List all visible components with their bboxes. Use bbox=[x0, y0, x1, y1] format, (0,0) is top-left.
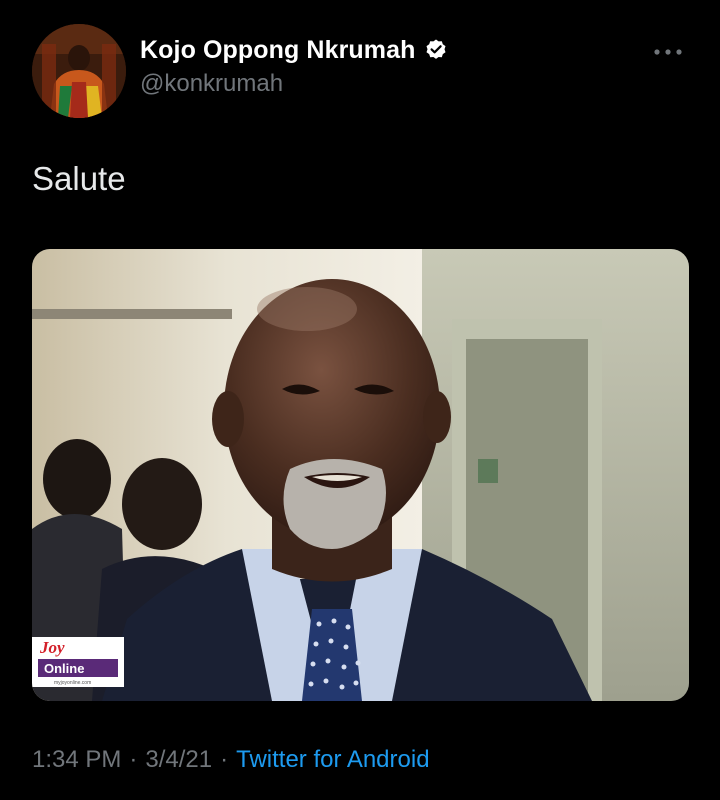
author-block: Kojo Oppong Nkrumah @konkrumah bbox=[140, 34, 448, 98]
tweet-time[interactable]: 1:34 PM bbox=[32, 746, 121, 774]
author-display-name[interactable]: Kojo Oppong Nkrumah bbox=[140, 36, 416, 65]
tweet-source-link[interactable]: Twitter for Android bbox=[236, 746, 429, 774]
tweet-meta: 1:34 PM · 3/4/21 · Twitter for Android bbox=[32, 746, 430, 774]
tweet-date[interactable]: 3/4/21 bbox=[145, 746, 212, 774]
author-handle[interactable]: @konkrumah bbox=[140, 70, 448, 98]
tweet: Kojo Oppong Nkrumah @konkrumah Salute Jo… bbox=[0, 0, 720, 800]
avatar[interactable] bbox=[32, 24, 126, 118]
tweet-media-image[interactable]: Joy Online myjoyonline.com bbox=[32, 249, 689, 701]
tweet-text: Salute bbox=[32, 160, 126, 197]
photo: Joy Online myjoyonline.com bbox=[32, 249, 689, 701]
meta-separator: · bbox=[129, 746, 138, 773]
svg-text:Joy: Joy bbox=[39, 638, 65, 657]
svg-text:Online: Online bbox=[44, 661, 84, 676]
more-horizontal-icon bbox=[654, 49, 682, 55]
avatar-image bbox=[32, 24, 126, 118]
more-options-button[interactable] bbox=[648, 40, 688, 64]
joy-online-watermark: Joy Online myjoyonline.com bbox=[32, 637, 124, 687]
meta-separator: · bbox=[220, 746, 229, 773]
author-name-row: Kojo Oppong Nkrumah bbox=[140, 34, 448, 66]
svg-text:myjoyonline.com: myjoyonline.com bbox=[54, 680, 91, 686]
verified-badge-icon bbox=[424, 38, 448, 62]
